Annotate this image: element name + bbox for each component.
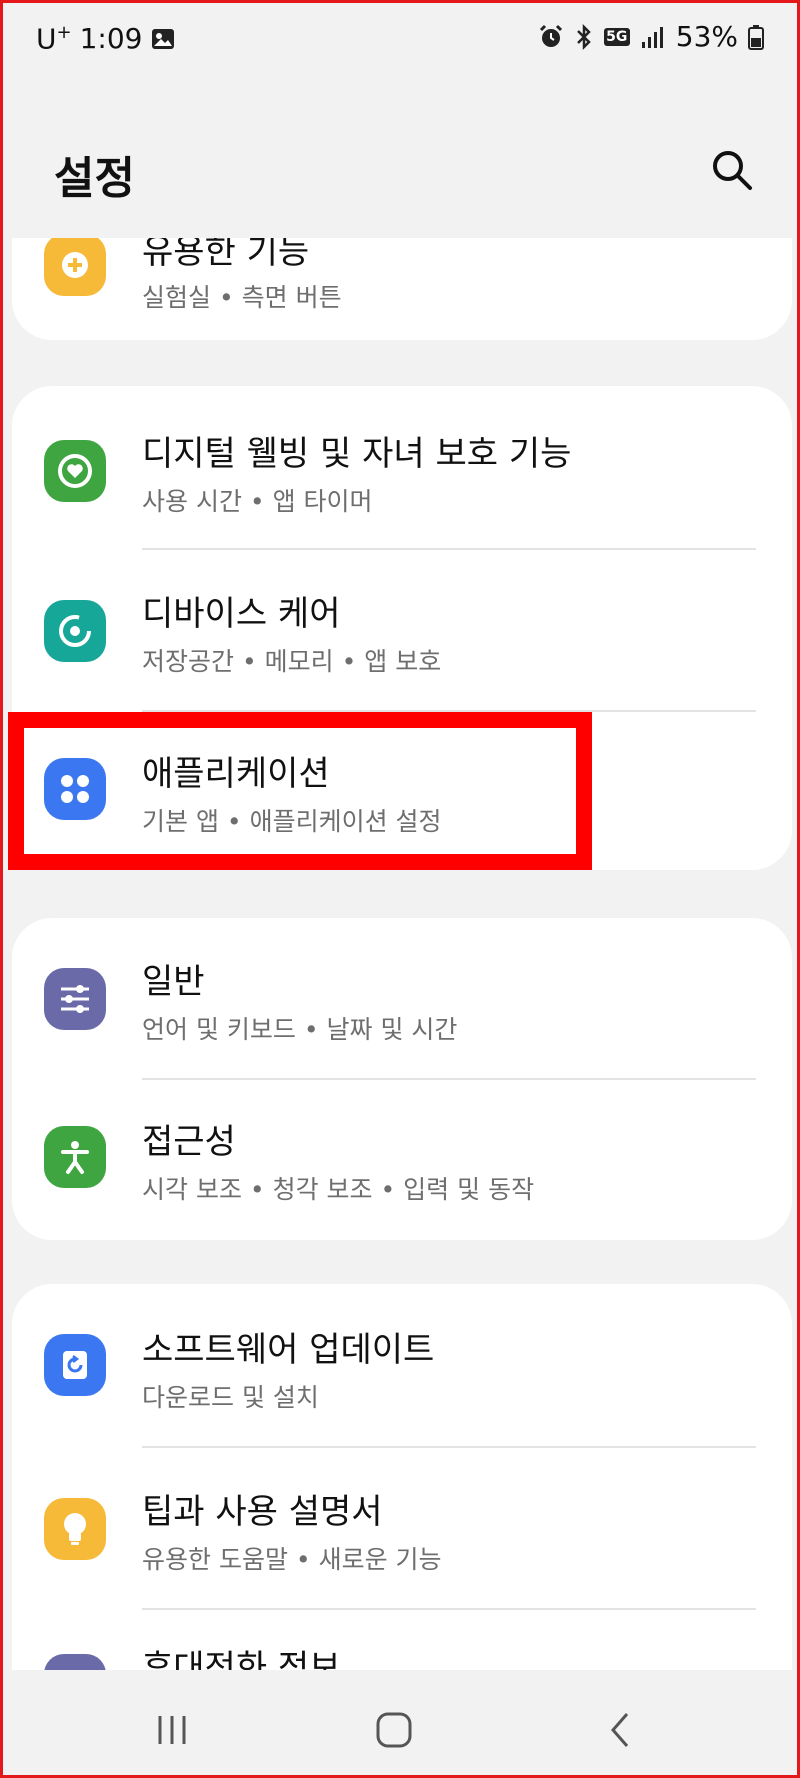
settings-item-software-update[interactable]: 소프트웨어 업데이트 다운로드 및 설치 — [12, 1284, 792, 1446]
item-title: 디지털 웰빙 및 자녀 보호 기능 — [142, 434, 572, 474]
status-left: U+ 1:09 — [36, 22, 176, 55]
gallery-notification-icon — [152, 28, 175, 49]
settings-card-wellbeing: 디지털 웰빙 및 자녀 보호 기능 사용 시간 • 앱 타이머 디바이스 케어 … — [12, 386, 792, 870]
recent-apps-icon — [158, 1716, 186, 1744]
item-subtitle: 저장공간 • 메모리 • 앱 보호 — [142, 647, 442, 676]
item-title: 디바이스 케어 — [142, 594, 341, 634]
settings-item-digital-wellbeing[interactable]: 디지털 웰빙 및 자녀 보호 기능 사용 시간 • 앱 타이머 — [12, 386, 792, 548]
software-update-icon — [44, 1334, 106, 1396]
clock: 1:09 — [79, 22, 143, 56]
item-title: 휴대전화 정보 — [142, 1648, 341, 1670]
plus-gear-icon — [44, 238, 106, 296]
device-care-icon — [44, 600, 106, 662]
item-subtitle: 유용한 도움말 • 새로운 기능 — [142, 1545, 442, 1574]
bluetooth-icon — [576, 23, 591, 50]
navigation-bar — [0, 1670, 800, 1778]
home-icon — [376, 1712, 412, 1748]
item-subtitle: 기본 앱 • 애플리케이션 설정 — [142, 807, 442, 836]
item-subtitle: 다운로드 및 설치 — [142, 1383, 319, 1412]
status-right: 5G 53% — [538, 20, 764, 53]
home-button[interactable] — [364, 1700, 424, 1760]
item-title: 유용한 기능 — [142, 238, 310, 272]
settings-item-applications[interactable]: 애플리케이션 기본 앱 • 애플리케이션 설정 — [12, 712, 792, 870]
settings-item-accessibility[interactable]: 접근성 시각 보조 • 청각 보조 • 입력 및 동작 — [12, 1080, 792, 1240]
alarm-icon — [539, 24, 562, 47]
sliders-icon — [44, 968, 106, 1030]
item-subtitle: 시각 보조 • 청각 보조 • 입력 및 동작 — [142, 1175, 535, 1204]
settings-item-phone-info[interactable]: 휴대전화 정보 — [12, 1610, 792, 1670]
page-title: 설정 — [54, 153, 135, 204]
settings-card-advanced: 유용한 기능 실험실 • 측면 버튼 — [12, 238, 792, 340]
settings-item-advanced-features[interactable]: 유용한 기능 실험실 • 측면 버튼 — [12, 238, 792, 340]
back-icon — [611, 1713, 629, 1747]
settings-item-device-care[interactable]: 디바이스 케어 저장공간 • 메모리 • 앱 보호 — [12, 550, 792, 710]
settings-header: 설정 — [0, 130, 800, 210]
accessibility-person-icon — [44, 1126, 106, 1188]
battery-icon — [748, 24, 764, 50]
wellbeing-heart-icon — [44, 440, 106, 502]
lightbulb-icon — [44, 1498, 106, 1560]
settings-card-support: 소프트웨어 업데이트 다운로드 및 설치 팁과 사용 설명서 유용한 도움말 •… — [12, 1284, 792, 1670]
signal-icon — [641, 26, 663, 48]
item-title: 소프트웨어 업데이트 — [142, 1330, 435, 1370]
item-subtitle: 사용 시간 • 앱 타이머 — [142, 487, 373, 516]
network-badge: 5G — [603, 27, 630, 46]
item-title: 일반 — [142, 962, 205, 1002]
item-title: 접근성 — [142, 1122, 236, 1162]
settings-card-general: 일반 언어 및 키보드 • 날짜 및 시간 접근성 시각 보조 • 청각 보조 … — [12, 918, 792, 1240]
battery-percent: 53% — [675, 20, 738, 53]
item-title: 애플리케이션 — [142, 754, 330, 794]
item-subtitle: 실험실 • 측면 버튼 — [142, 283, 342, 312]
carrier-label: U+ — [36, 22, 72, 56]
recent-apps-button[interactable] — [142, 1700, 202, 1760]
settings-item-general[interactable]: 일반 언어 및 키보드 • 날짜 및 시간 — [12, 918, 792, 1078]
scroll-fade — [0, 210, 800, 238]
item-title: 팁과 사용 설명서 — [142, 1492, 383, 1532]
item-subtitle: 언어 및 키보드 • 날짜 및 시간 — [142, 1015, 458, 1044]
back-button[interactable] — [590, 1700, 650, 1760]
search-icon[interactable] — [708, 146, 756, 194]
settings-item-tips[interactable]: 팁과 사용 설명서 유용한 도움말 • 새로운 기능 — [12, 1448, 792, 1608]
apps-grid-icon — [44, 758, 106, 820]
phone-info-icon — [44, 1654, 106, 1670]
status-bar: U+ 1:09 5G 53% — [0, 0, 800, 80]
